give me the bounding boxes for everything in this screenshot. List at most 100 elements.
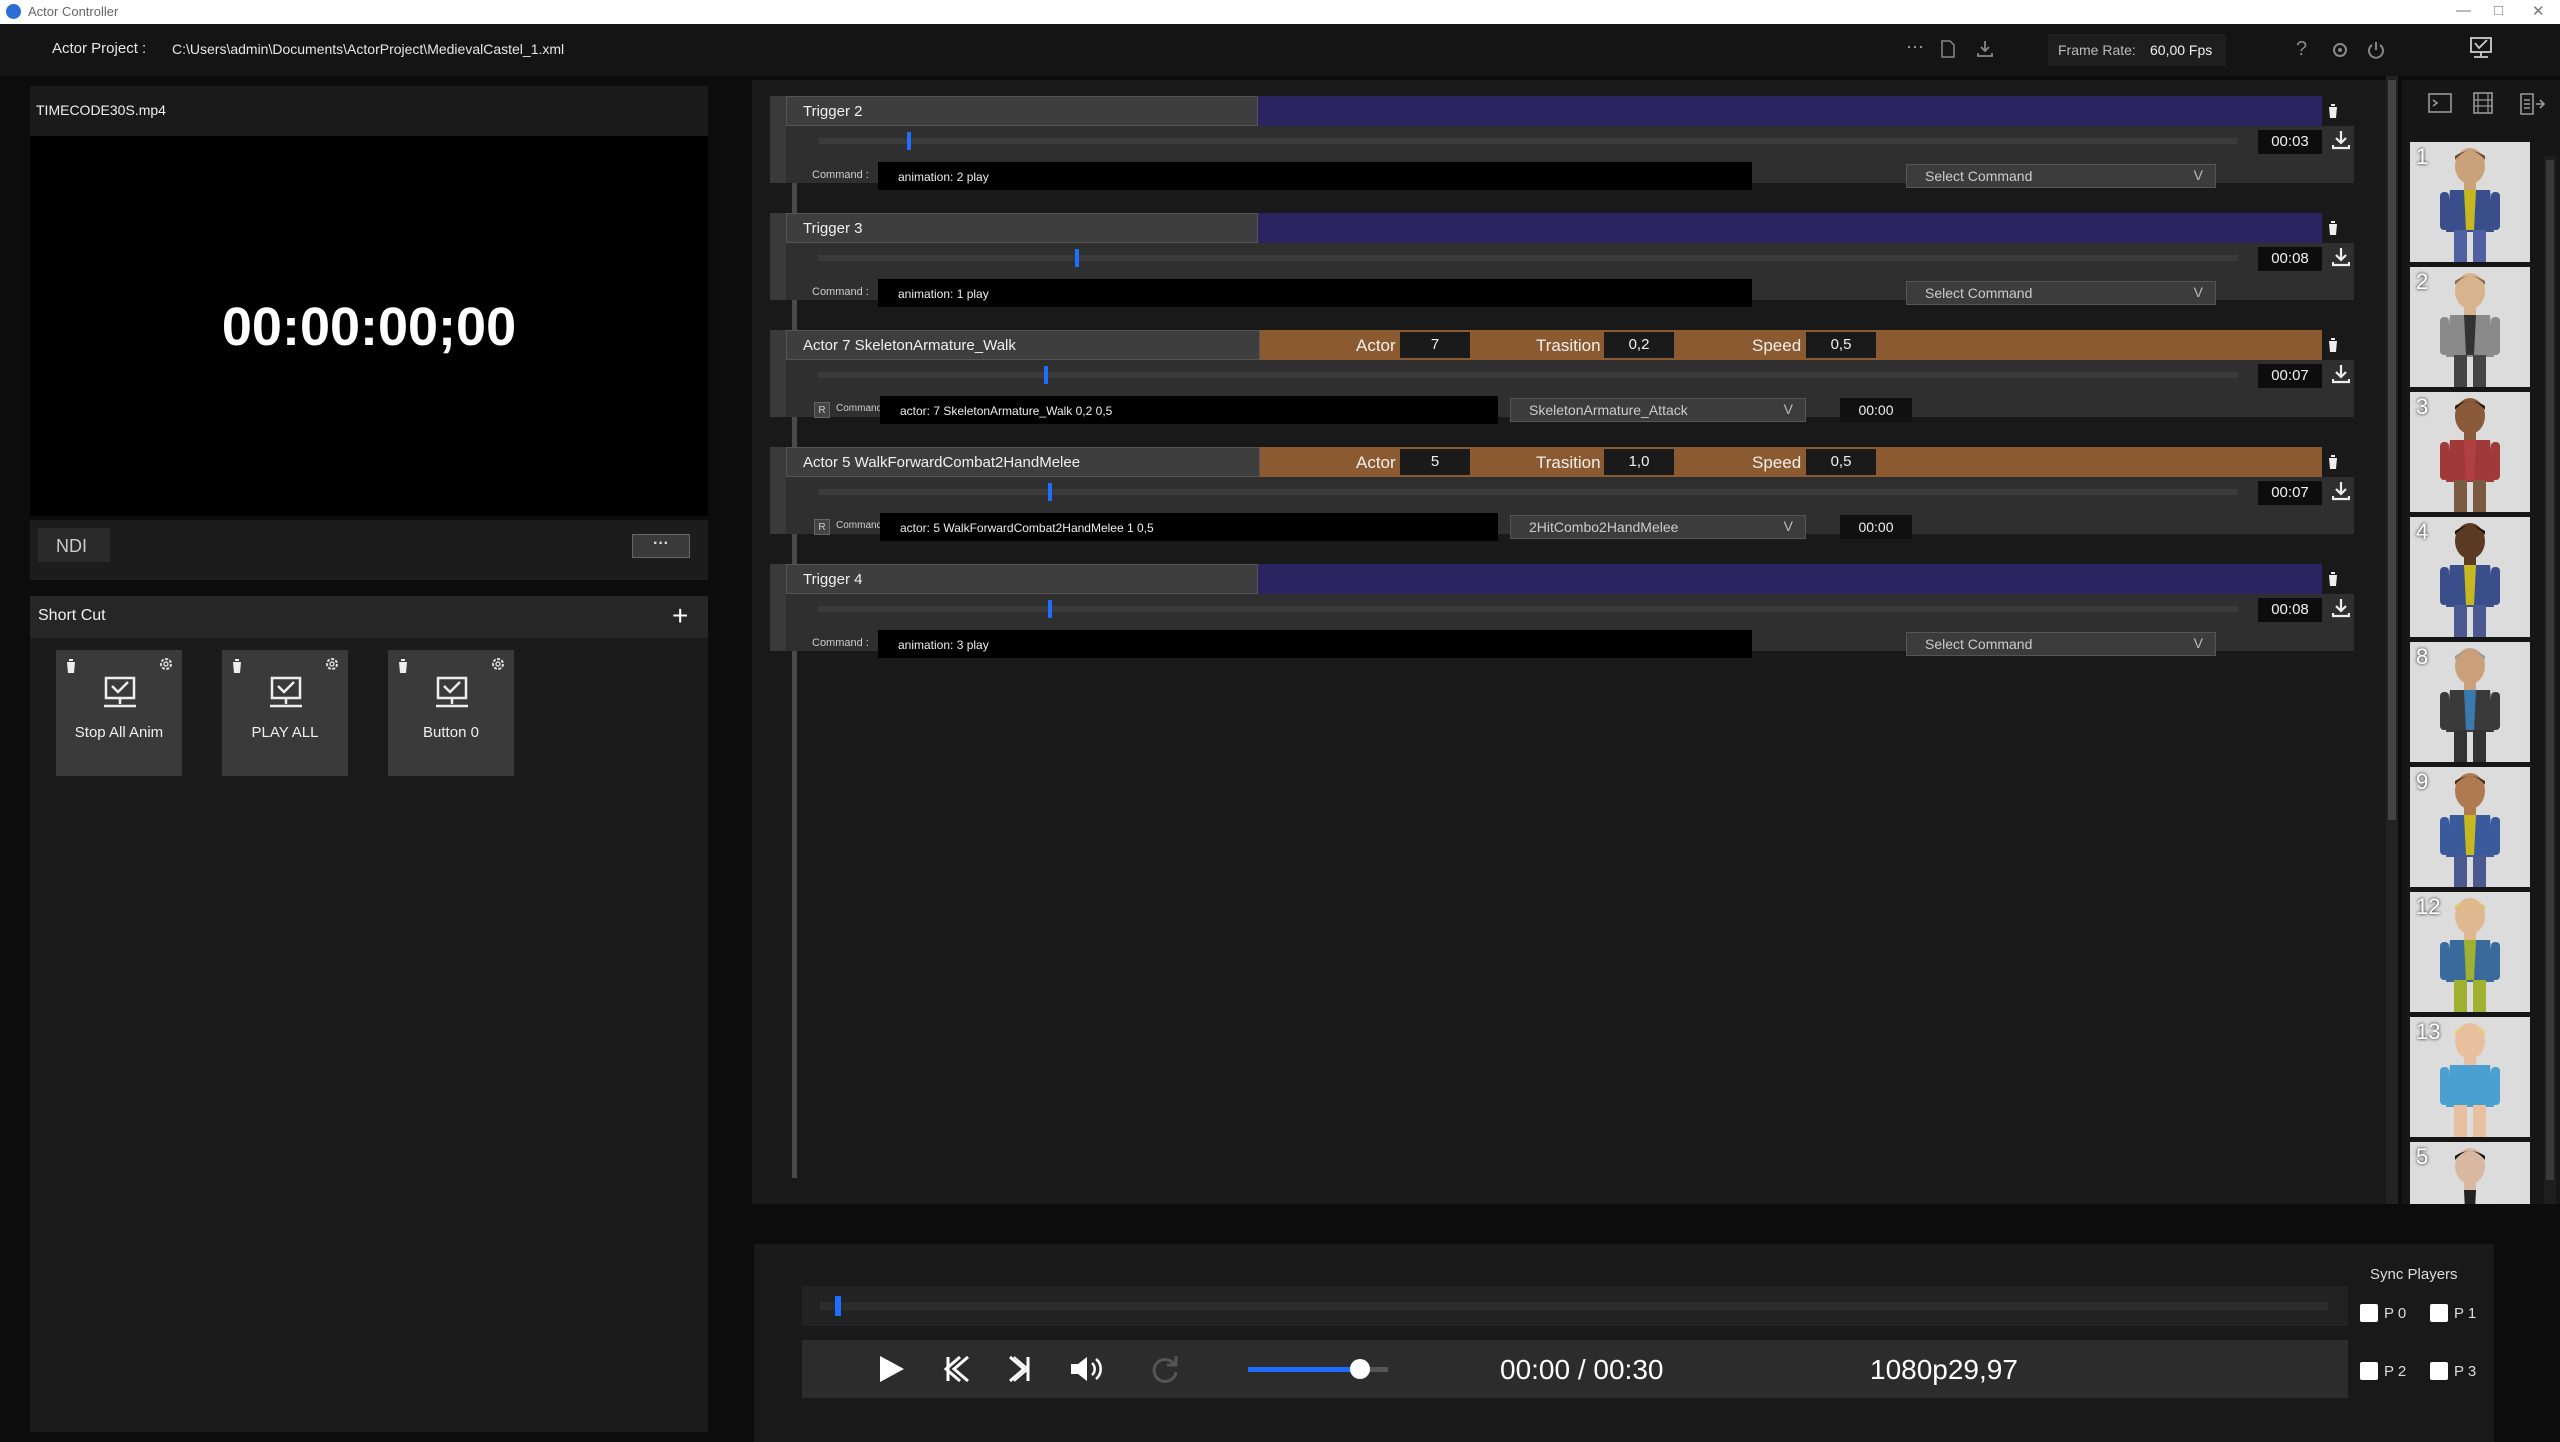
row-title[interactable]: Actor 7 SkeletonArmature_Walk: [786, 330, 1260, 360]
command-input[interactable]: actor: 5 WalkForwardCombat2HandMelee 1 0…: [880, 513, 1498, 541]
save-icon[interactable]: [1976, 40, 1994, 58]
command-input[interactable]: actor: 7 SkeletonArmature_Walk 0,2 0,5: [880, 396, 1498, 424]
close-icon[interactable]: ✕: [2532, 2, 2545, 20]
delete-row-icon[interactable]: [2326, 454, 2340, 470]
row-title[interactable]: Actor 5 WalkForwardCombat2HandMelee: [786, 447, 1260, 477]
select-command-dropdown[interactable]: Select Command V: [1906, 164, 2216, 188]
row-title[interactable]: Trigger 4: [786, 564, 1258, 594]
actor-card[interactable]: 1: [2410, 142, 2530, 262]
download-icon[interactable]: [2332, 481, 2350, 501]
shortcut-button-stop-all-anim[interactable]: Stop All Anim: [56, 650, 182, 776]
trash-icon[interactable]: [230, 658, 244, 674]
trash-icon[interactable]: [64, 658, 78, 674]
more-icon[interactable]: ···: [1906, 36, 1924, 57]
row-time-marker[interactable]: [1075, 249, 1080, 267]
row-time-track[interactable]: [818, 600, 2238, 618]
actor-card[interactable]: 2: [2410, 267, 2530, 387]
actor-card[interactable]: 13: [2410, 1017, 2530, 1137]
row-time-marker[interactable]: [1043, 366, 1048, 384]
row-drag-handle[interactable]: [770, 330, 786, 417]
volume-thumb[interactable]: [1350, 1359, 1370, 1379]
actor-card[interactable]: 12: [2410, 892, 2530, 1012]
row-drag-handle[interactable]: [770, 213, 786, 300]
settings-icon[interactable]: [2330, 40, 2350, 60]
sync-p2-checkbox[interactable]: [2360, 1362, 2378, 1380]
actor-id-field[interactable]: 5: [1400, 449, 1470, 475]
offset-time-field[interactable]: 00:00: [1840, 515, 1912, 539]
reset-button[interactable]: R: [814, 402, 830, 418]
select-command-dropdown[interactable]: Select Command V: [1906, 281, 2216, 305]
download-icon[interactable]: [2332, 247, 2350, 267]
help-icon[interactable]: ?: [2296, 38, 2307, 61]
step-back-icon[interactable]: [942, 1354, 976, 1384]
ndi-toggle[interactable]: NDI: [38, 528, 110, 562]
trash-icon[interactable]: [396, 658, 410, 674]
loop-icon[interactable]: [1150, 1354, 1180, 1384]
row-time-track[interactable]: [818, 483, 2238, 501]
step-forward-icon[interactable]: [1004, 1354, 1034, 1384]
row-time-track[interactable]: [818, 366, 2238, 384]
download-icon[interactable]: [2332, 364, 2350, 384]
shortcut-button-button-0[interactable]: Button 0: [388, 650, 514, 776]
offset-time-field[interactable]: 00:00: [1840, 398, 1912, 422]
delete-row-icon[interactable]: [2326, 220, 2340, 236]
download-icon[interactable]: [2332, 130, 2350, 150]
frame-rate-label: Frame Rate:: [2058, 42, 2136, 58]
monitor-logo-icon[interactable]: [2468, 36, 2494, 60]
sync-p3-checkbox[interactable]: [2430, 1362, 2448, 1380]
film-icon[interactable]: [2472, 92, 2494, 114]
animation-dropdown[interactable]: 2HitCombo2HandMelee V: [1510, 515, 1806, 539]
actor-card[interactable]: 8: [2410, 642, 2530, 762]
gear-icon[interactable]: [490, 656, 506, 672]
actor-card[interactable]: 5: [2410, 1142, 2530, 1204]
seek-bar[interactable]: [820, 1296, 2328, 1316]
select-command-dropdown[interactable]: Select Command V: [1906, 632, 2216, 656]
speed-field[interactable]: 0,5: [1806, 449, 1876, 475]
sync-p0-checkbox[interactable]: [2360, 1304, 2378, 1322]
actor-card[interactable]: 3: [2410, 392, 2530, 512]
row-time-marker[interactable]: [1048, 483, 1053, 501]
actor-id-field[interactable]: 7: [1400, 332, 1470, 358]
timeline-scrollbar[interactable]: [2386, 76, 2398, 1204]
actors-scrollbar[interactable]: [2544, 156, 2556, 1204]
actor-card[interactable]: 9: [2410, 767, 2530, 887]
command-input[interactable]: animation: 2 play: [878, 162, 1752, 190]
volume-slider[interactable]: [1248, 1359, 1388, 1379]
row-title[interactable]: Trigger 2: [786, 96, 1258, 126]
gear-icon[interactable]: [324, 656, 340, 672]
transition-field[interactable]: 0,2: [1604, 332, 1674, 358]
sync-p1-checkbox[interactable]: [2430, 1304, 2448, 1322]
play-icon[interactable]: [876, 1354, 906, 1384]
row-time-track[interactable]: [818, 132, 2238, 150]
seek-thumb[interactable]: [835, 1296, 842, 1316]
delete-row-icon[interactable]: [2326, 571, 2340, 587]
download-icon[interactable]: [2332, 598, 2350, 618]
row-drag-handle[interactable]: [770, 447, 786, 534]
command-input[interactable]: animation: 1 play: [878, 279, 1752, 307]
row-time-track[interactable]: [818, 249, 2238, 267]
reset-button[interactable]: R: [814, 519, 830, 535]
actor-card[interactable]: 4: [2410, 517, 2530, 637]
animation-dropdown[interactable]: SkeletonArmature_Attack V: [1510, 398, 1806, 422]
minimize-icon[interactable]: —: [2456, 2, 2471, 19]
row-time-marker[interactable]: [1048, 600, 1053, 618]
import-icon[interactable]: [2518, 92, 2546, 116]
gear-icon[interactable]: [158, 656, 174, 672]
command-input[interactable]: animation: 3 play: [878, 630, 1752, 658]
maximize-icon[interactable]: □: [2494, 2, 2503, 19]
row-time-marker[interactable]: [907, 132, 912, 150]
power-icon[interactable]: [2366, 40, 2386, 60]
ndi-more-button[interactable]: ···: [632, 534, 690, 558]
delete-row-icon[interactable]: [2326, 103, 2340, 119]
add-shortcut-button[interactable]: +: [672, 600, 688, 632]
volume-icon[interactable]: [1068, 1354, 1104, 1384]
row-drag-handle[interactable]: [770, 564, 786, 651]
row-drag-handle[interactable]: [770, 96, 786, 183]
shortcut-button-play-all[interactable]: PLAY ALL: [222, 650, 348, 776]
new-file-icon[interactable]: [1940, 40, 1956, 58]
console-icon[interactable]: [2428, 92, 2452, 114]
transition-field[interactable]: 1,0: [1604, 449, 1674, 475]
speed-field[interactable]: 0,5: [1806, 332, 1876, 358]
row-title[interactable]: Trigger 3: [786, 213, 1258, 243]
delete-row-icon[interactable]: [2326, 337, 2340, 353]
